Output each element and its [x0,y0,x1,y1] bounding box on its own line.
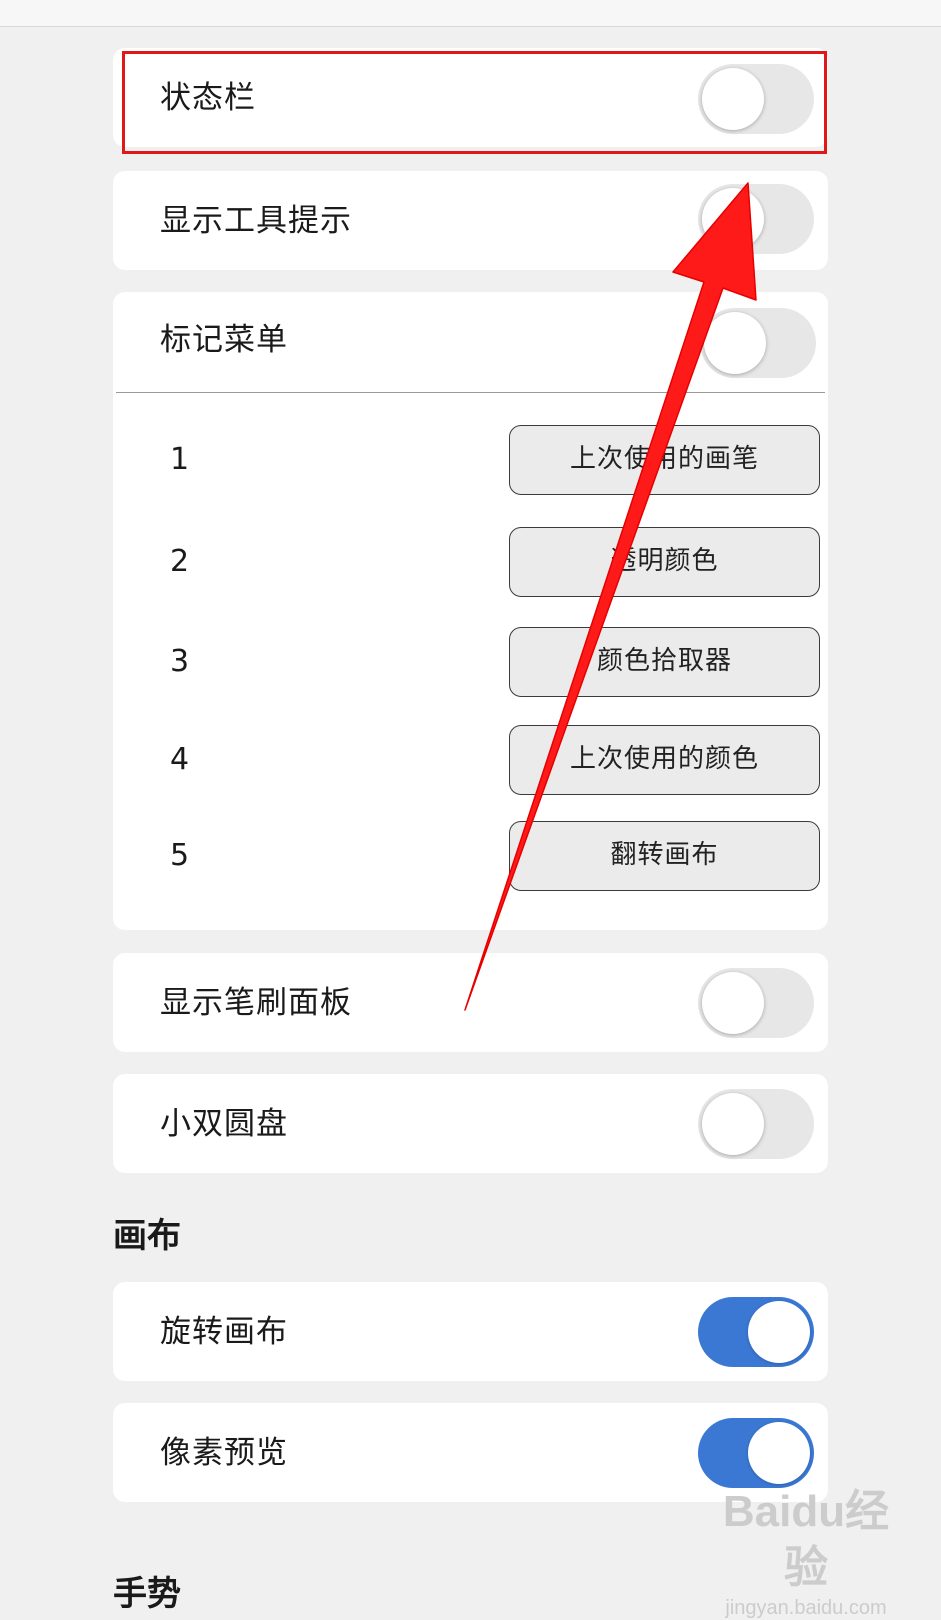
menu-slot-button-5[interactable]: 翻转画布 [509,821,820,891]
rotate-canvas-toggle[interactable] [698,1297,814,1367]
status-bar-toggle[interactable] [698,64,814,134]
divider [116,392,825,393]
canvas-section-title: 画布 [113,1216,181,1256]
pixel-preview-label: 像素预览 [160,1435,288,1471]
show-brush-panel-label: 显示笔刷面板 [160,985,352,1021]
toggle-knob [748,1301,810,1363]
watermark-logo: Baidu经验 [722,1487,890,1592]
menu-slot-button-2[interactable]: 透明颜色 [509,527,820,597]
gestures-section-title: 手势 [113,1574,181,1614]
baidu-jingyan-watermark: Baidu经验 jingyan.baidu.com [711,1462,901,1619]
menu-slot-index-2: 2 [170,544,190,579]
show-tooltips-label: 显示工具提示 [160,203,352,239]
rotate-canvas-label: 旋转画布 [160,1314,288,1350]
toggle-knob [702,972,764,1034]
show-brush-panel-setting-row: 显示笔刷面板 [113,953,828,1052]
toggle-knob [702,1093,764,1155]
menu-slot-button-1[interactable]: 上次使用的画笔 [509,425,820,495]
mini-dual-puck-label: 小双圆盘 [160,1106,288,1142]
mini-dual-puck-toggle[interactable] [698,1089,814,1159]
menu-slot-index-1: 1 [170,442,190,477]
marking-menu-toggle[interactable] [700,308,816,378]
status-bar-setting-row: 状态栏 [113,48,828,147]
menu-slot-index-5: 5 [170,838,190,873]
show-tooltips-toggle[interactable] [698,184,814,254]
marking-menu-label: 标记菜单 [160,322,288,358]
menu-slot-index-4: 4 [170,742,190,777]
show-tooltips-setting-row: 显示工具提示 [113,171,828,270]
mini-dual-puck-setting-row: 小双圆盘 [113,1074,828,1173]
menu-slot-button-4[interactable]: 上次使用的颜色 [509,725,820,795]
show-brush-panel-toggle[interactable] [698,968,814,1038]
toggle-knob [702,188,764,250]
top-bar [0,0,941,27]
menu-slot-index-3: 3 [170,644,190,679]
menu-slot-button-3[interactable]: 颜色拾取器 [509,627,820,697]
toggle-knob [704,312,766,374]
rotate-canvas-setting-row: 旋转画布 [113,1282,828,1381]
marking-menu-card: 标记菜单 1 上次使用的画笔 2 透明颜色 3 颜色拾取器 4 上次使用的颜色 … [113,292,828,930]
toggle-knob [702,68,764,130]
status-bar-label: 状态栏 [160,80,256,116]
